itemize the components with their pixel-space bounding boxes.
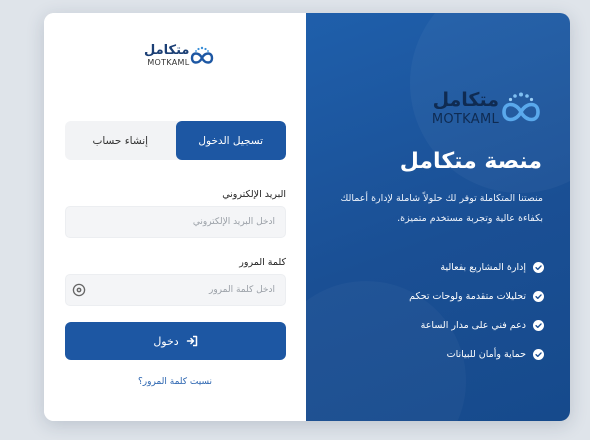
feature-item: إدارة المشاريع بفعالية	[314, 253, 544, 282]
brand-logo-large: متكامل MOTKAML	[432, 90, 543, 126]
hero-panel: متكامل MOTKAML منصة متكامل منصتنا المتكا…	[306, 13, 570, 421]
feature-item: دعم فني على مدار الساعة	[314, 311, 544, 340]
check-circle-icon	[533, 262, 544, 273]
sign-in-icon	[186, 335, 197, 347]
feature-text: حماية وأمان للبيانات	[446, 349, 526, 360]
feature-item: حماية وأمان للبيانات	[314, 340, 544, 369]
logo-icon	[502, 92, 540, 122]
feature-list: إدارة المشاريع بفعالية تحليلات متقدمة ول…	[314, 253, 544, 369]
forgot-password-link[interactable]: نسيت كلمة المرور؟	[44, 377, 306, 387]
login-button-label: دخول	[153, 334, 179, 348]
email-field[interactable]	[65, 206, 286, 238]
login-form-panel: متكامل MOTKAML إنشاء حساب تسجيل الدخول ا…	[44, 13, 306, 421]
brand-logo-small: متكامل MOTKAML	[144, 44, 215, 67]
login-button[interactable]: دخول	[65, 322, 286, 360]
hero-description: منصتنا المتكاملة توفر لك حلولاً شاملة لإ…	[340, 193, 543, 224]
eye-icon[interactable]	[72, 283, 86, 297]
password-label: كلمة المرور	[239, 257, 286, 268]
hero-title: منصة متكامل	[399, 149, 542, 174]
password-field[interactable]	[65, 274, 286, 306]
brand-name-en: MOTKAML	[147, 58, 190, 67]
tab-register[interactable]: إنشاء حساب	[65, 121, 176, 160]
email-label: البريد الإلكتروني	[222, 189, 286, 200]
tab-login[interactable]: تسجيل الدخول	[175, 121, 286, 160]
brand-name-en: MOTKAML	[431, 111, 499, 127]
brand-name-ar: متكامل	[144, 43, 190, 58]
feature-text: دعم فني على مدار الساعة	[420, 320, 526, 331]
check-circle-icon	[533, 349, 544, 360]
logo-icon	[191, 46, 214, 64]
check-circle-icon	[533, 291, 544, 302]
auth-tabs: إنشاء حساب تسجيل الدخول	[65, 121, 286, 160]
feature-item: تحليلات متقدمة ولوحات تحكم	[314, 282, 544, 311]
feature-text: تحليلات متقدمة ولوحات تحكم	[409, 291, 526, 302]
brand-name-ar: متكامل	[432, 88, 499, 111]
check-circle-icon	[533, 320, 544, 331]
auth-card: متكامل MOTKAML إنشاء حساب تسجيل الدخول ا…	[44, 13, 570, 421]
feature-text: إدارة المشاريع بفعالية	[440, 262, 526, 273]
